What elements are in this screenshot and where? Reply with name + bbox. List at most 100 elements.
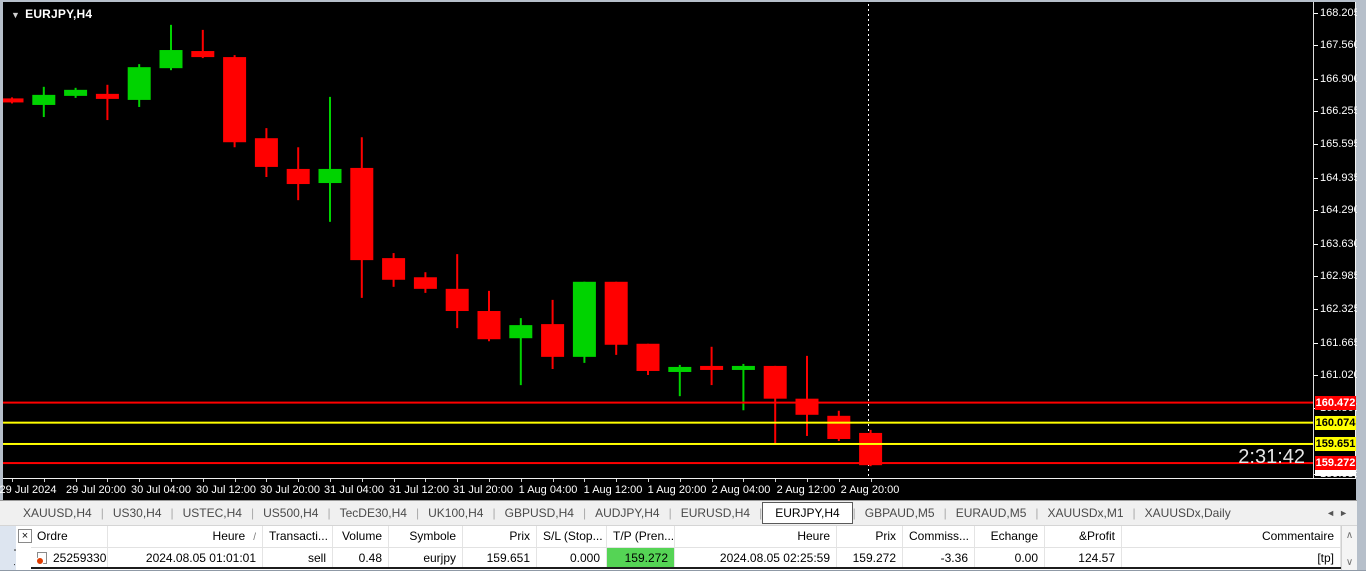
price-axis[interactable]: 168.205167.560166.900166.255165.595164.9… [1313,2,1356,478]
time-tick-mark [553,479,554,482]
column-header-s-l-stop-[interactable]: S/L (Stop... [537,526,607,547]
time-tick-mark [584,479,585,482]
price-tick-mark [1314,79,1318,80]
order-cell-heure[interactable]: 2024.08.05 01:01:01 [108,548,263,567]
mt4-window: ▼EURJPY,H4 2:31:42 168.205167.560166.900… [0,0,1366,571]
candle-body [859,433,882,465]
column-header-heure[interactable]: Heure [675,526,837,547]
price-tick-mark [1314,375,1318,376]
order-cell-prix[interactable]: 159.651 [463,548,537,567]
order-cell-ordre[interactable]: 252593302 [31,548,108,567]
chart-tab-gbpaud-m5[interactable]: GBPAUD,M5 [856,503,944,523]
order-cell-s-l-stop-[interactable]: 0.000 [537,548,607,567]
column-header-prix[interactable]: Prix [837,526,903,547]
order-row[interactable]: 2525933022024.08.05 01:01:01sell0.48eurj… [31,548,1341,569]
candle-body [160,50,183,68]
order-cell-heure[interactable]: 2024.08.05 02:25:59 [675,548,837,567]
chart-tab-euraud-m5[interactable]: EURAUD,M5 [947,503,1036,523]
price-tick-mark [1314,178,1318,179]
chart-symbol-label: ▼EURJPY,H4 [11,7,92,21]
time-tick-label: 30 Jul 04:00 [131,484,191,496]
order-cell--profit[interactable]: 124.57 [1045,548,1122,567]
time-tick-mark [76,479,77,482]
orders-table-header: OrdreHeure/Transacti...VolumeSymbolePrix… [31,526,1341,548]
tab-scroll-left-icon[interactable]: ◄ [1326,508,1339,518]
column-header-ordre[interactable]: Ordre [31,526,108,547]
chart-tab-xauusdx-daily[interactable]: XAUUSDx,Daily [1136,503,1240,523]
column-header-commiss-[interactable]: Commiss... [903,526,975,547]
horizontal-price-line[interactable] [3,443,1313,445]
scrollbar-down-icon[interactable]: ∨ [1342,557,1357,568]
column-header-transacti-[interactable]: Transacti... [263,526,333,547]
column-header-prix[interactable]: Prix [463,526,537,547]
order-cell-t-p-pren-[interactable]: 159.272 [607,548,675,567]
chart-tab-xauusd-h4[interactable]: XAUUSD,H4 [14,503,101,523]
chart-tab-us500-h4[interactable]: US500,H4 [254,503,327,523]
order-cell-commiss-[interactable]: -3.36 [903,548,975,567]
terminal-vertical-tab[interactable]: ninal [0,526,16,571]
price-level-badge: 159.272 [1315,456,1356,470]
time-tick-mark [266,479,267,482]
time-tick-mark [680,479,681,482]
price-tick-label: 161.020 [1320,369,1360,381]
time-tick-label: 30 Jul 20:00 [260,484,320,496]
time-axis[interactable]: 29 Jul 202429 Jul 20:0030 Jul 04:0030 Ju… [3,478,1356,500]
chart-tab-gbpusd-h4[interactable]: GBPUSD,H4 [496,503,583,523]
terminal-panel: ninal × OrdreHeure/Transacti...VolumeSym… [0,526,1366,571]
price-tick-label: 162.325 [1320,303,1360,315]
candlestick-chart [3,2,1313,478]
scrollbar-up-icon[interactable]: ∧ [1342,530,1357,541]
horizontal-price-line[interactable] [3,402,1313,404]
chart-tab-us30-h4[interactable]: US30,H4 [104,503,171,523]
candle-body [223,57,246,142]
chart-canvas[interactable]: ▼EURJPY,H4 2:31:42 [3,2,1313,478]
column-header-commentaire[interactable]: Commentaire [1122,526,1341,547]
price-tick-label: 161.665 [1320,337,1360,349]
price-tick-mark [1314,45,1318,46]
order-cell-echange[interactable]: 0.00 [975,548,1045,567]
candle-body [700,366,723,370]
chart-tab-uk100-h4[interactable]: UK100,H4 [419,503,492,523]
chart-tab-ustec-h4[interactable]: USTEC,H4 [174,503,251,523]
order-cell-transacti-[interactable]: sell [263,548,333,567]
column-header-volume[interactable]: Volume [333,526,389,547]
time-tick-mark [44,479,45,482]
time-tick-mark [107,479,108,482]
terminal-scrollbar[interactable]: ∧ ∨ [1341,526,1357,571]
tab-scroll-right-icon[interactable]: ► [1339,508,1352,518]
column-header-heure[interactable]: Heure/ [108,526,263,547]
order-cell-symbole[interactable]: eurjpy [389,548,463,567]
time-tick-label: 1 Aug 20:00 [648,484,707,496]
chart-tab-tecde30-h4[interactable]: TecDE30,H4 [331,503,416,523]
column-header-symbole[interactable]: Symbole [389,526,463,547]
column-header-t-p-pren-[interactable]: T/P (Pren... [607,526,675,547]
price-tick-label: 164.290 [1320,204,1360,216]
chart-tab-eurjpy-h4[interactable]: EURJPY,H4 [762,502,852,524]
order-cell-commentaire[interactable]: [tp] [1122,548,1341,567]
time-tick-mark [171,479,172,482]
candle-body [319,169,342,183]
order-cell-volume[interactable]: 0.48 [333,548,389,567]
candle-body [478,311,501,339]
horizontal-price-line[interactable] [3,462,1313,464]
order-cell-prix[interactable]: 159.272 [837,548,903,567]
time-tick-mark [139,479,140,482]
chart-tab-eurusd-h4[interactable]: EURUSD,H4 [672,503,759,523]
price-level-badge: 160.472 [1315,396,1356,410]
terminal-close-button[interactable]: × [18,529,32,543]
chart-tab-audjpy-h4[interactable]: AUDJPY,H4 [586,503,668,523]
time-tick-mark [203,479,204,482]
candle-body [446,289,469,311]
price-tick-label: 167.560 [1320,39,1360,51]
chart-tab-xauusdx-m1[interactable]: XAUUSDx,M1 [1039,503,1133,523]
time-tick-label: 1 Aug 12:00 [584,484,643,496]
column-header-echange[interactable]: Echange [975,526,1045,547]
window-border-right [1357,0,1366,571]
column-header--profit[interactable]: &Profit [1045,526,1122,547]
price-tick-label: 164.935 [1320,172,1360,184]
time-tick-mark [521,479,522,482]
tab-scroll-arrows[interactable]: ◄► [1326,508,1352,518]
order-ticket-icon [37,552,47,564]
horizontal-price-line[interactable] [3,422,1313,424]
time-tick-mark [425,479,426,482]
